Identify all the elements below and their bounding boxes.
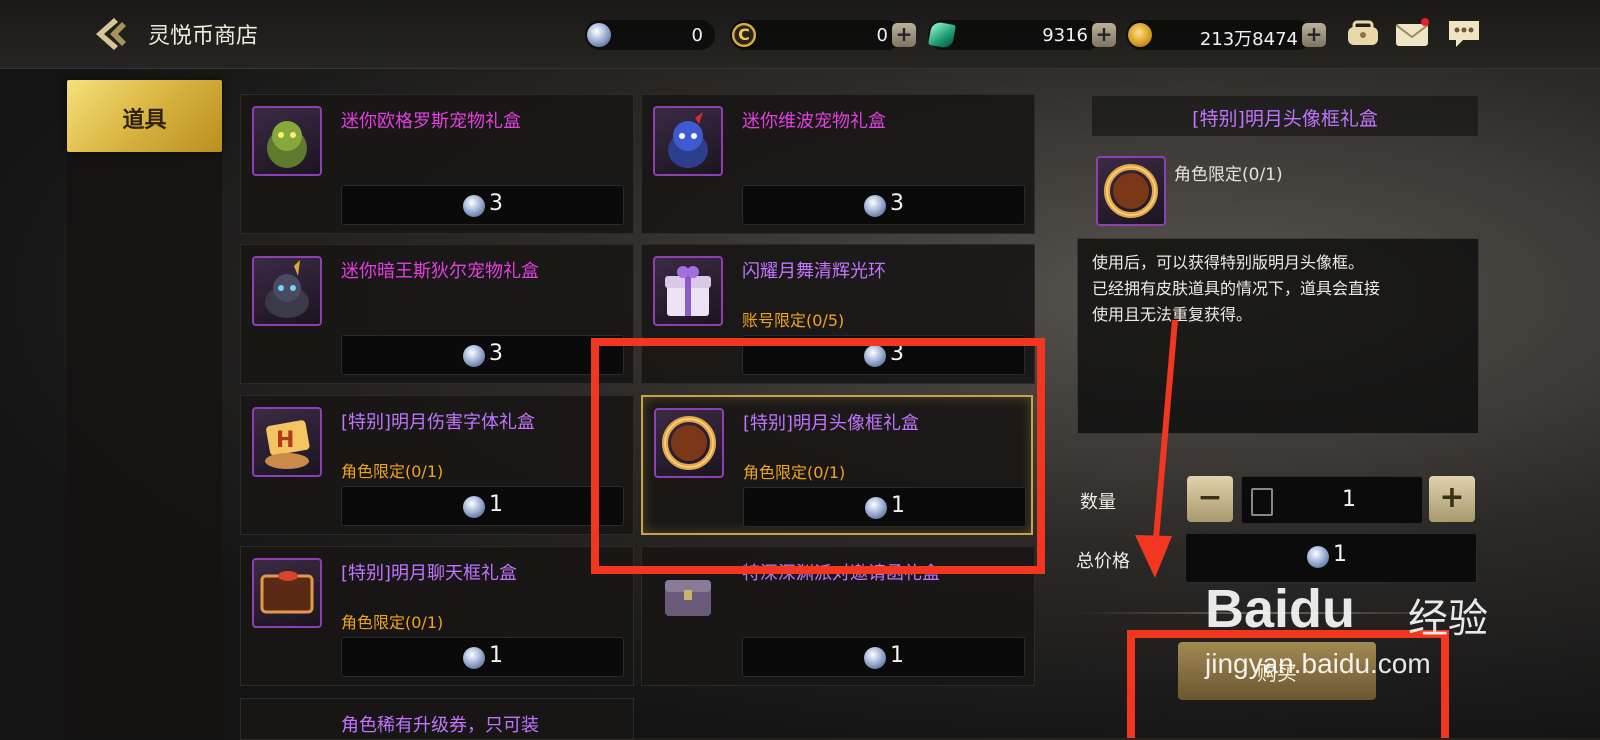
mail-icon[interactable] [1395,18,1429,48]
green-gem-icon [928,21,956,49]
c-coin-icon: C [732,23,756,47]
lingyue-coin-icon [463,345,485,367]
detail-title: [特别]明月头像框礼盒 [1192,108,1378,130]
pet-box-icon [653,106,723,176]
add-c-coin-button[interactable]: + [892,23,916,47]
annotation-highlight-box [1127,630,1449,738]
currency-value: 0 [876,25,888,46]
lingyue-coin-icon [1307,546,1329,568]
price-value: 1 [489,492,503,517]
tab-items[interactable]: 道具 [67,80,222,152]
item-name: [特别]明月聊天框礼盒 [341,563,518,584]
lingyue-coin-icon [463,647,485,669]
purchase-limit: 账号限定(0/5) [742,311,845,330]
chat-frame-box-icon [252,558,322,628]
currency-value: 213万8474 [1199,29,1298,50]
avatar-frame-box-icon [1096,156,1166,226]
lingyue-coin-icon [587,23,611,47]
page-title: 灵悦币商店 [148,24,259,49]
top-bar: 灵悦币商店 0 C 0 + 9316 + 213万8474 + [0,0,1600,69]
quantity-input[interactable]: 1 [1241,476,1423,524]
currency-gold-coin: 213万8474 + [1126,20,1326,50]
price-value: 1 [489,643,503,668]
shop-item-card[interactable]: 角色稀有升级券，只可装 [240,698,634,740]
shop-item-card[interactable]: H [特别]明月伤害字体礼盒 角色限定(0/1) 1 [240,395,634,535]
price-value: 3 [890,191,904,216]
item-name: 迷你暗王斯狄尔宠物礼盒 [341,261,539,282]
purchase-limit: 角色限定(0/1) [341,613,444,632]
description-line: 已经拥有皮肤道具的情况下，道具会直接 [1092,279,1381,298]
currency-c-coin: C 0 + [730,20,916,50]
currency-value: 0 [691,25,703,46]
price-box: 1 [341,486,624,526]
item-name: 迷你欧格罗斯宠物礼盒 [341,111,521,132]
total-price-box: 1 [1185,533,1477,583]
pet-box-icon [252,256,322,326]
shop-item-card[interactable]: 迷你暗王斯狄尔宠物礼盒 3 [240,244,634,384]
price-value: 1 [890,643,904,668]
item-name: 闪耀月舞清辉光环 [742,261,886,282]
chat-icon[interactable] [1447,18,1481,48]
damage-font-box-icon: H [252,407,322,477]
currency-green-gem: 9316 + [928,20,1116,50]
price-box: 1 [341,637,624,677]
annotation-highlight-box [591,338,1045,574]
pet-box-icon [252,106,322,176]
tab-label: 道具 [122,108,167,133]
description-line: 使用后，可以获得特别版明月头像框。 [1092,253,1365,272]
watermark-brand: Baidu [1205,579,1356,639]
lingyue-coin-icon [463,496,485,518]
decrease-quantity-button[interactable]: − [1187,476,1233,522]
lingyue-coin-icon [864,647,886,669]
currency-lingyue-coin: 0 [585,20,715,50]
price-box: 3 [341,185,624,225]
quantity-label: 数量 [1080,492,1116,513]
item-name: 迷你维波宠物礼盒 [742,111,886,132]
currency-value: 9316 [1042,25,1088,46]
svg-text:H: H [276,428,294,453]
add-gold-coin-button[interactable]: + [1302,23,1326,47]
gift-box-icon [653,256,723,326]
item-name: 角色稀有升级券，只可装 [341,715,539,736]
quantity-value: 1 [1342,487,1356,512]
gold-coin-icon [1128,23,1152,47]
sidebar [67,152,222,738]
purchase-limit: 角色限定(0/1) [341,462,444,481]
price-box: 3 [341,335,624,375]
annotation-arrow-icon [1135,320,1178,578]
back-arrow-icon[interactable] [92,16,132,52]
watermark-url: jingyan.baidu.com [1205,648,1431,679]
add-green-gem-button[interactable]: + [1092,23,1116,47]
lingyue-coin-icon [864,195,886,217]
total-price-value: 1 [1333,542,1347,567]
shop-item-card[interactable]: [特别]明月聊天框礼盒 角色限定(0/1) 1 [240,546,634,686]
shop-item-card[interactable]: 迷你欧格罗斯宠物礼盒 3 [240,94,634,234]
increase-quantity-button[interactable]: + [1429,476,1475,522]
detail-limit: 角色限定(0/1) [1174,165,1283,185]
calculator-icon[interactable] [1251,488,1273,516]
price-box: 3 [742,185,1025,225]
watermark-suffix: 经验 [1408,597,1488,641]
wallet-icon[interactable] [1346,18,1380,48]
price-value: 3 [489,191,503,216]
detail-title-bar: [特别]明月头像框礼盒 [1092,96,1478,136]
lingyue-coin-icon [463,195,485,217]
shop-item-card[interactable]: 迷你维波宠物礼盒 3 [641,94,1035,234]
price-box: 1 [742,637,1025,677]
price-value: 3 [489,341,503,366]
item-name: [特别]明月伤害字体礼盒 [341,412,536,433]
